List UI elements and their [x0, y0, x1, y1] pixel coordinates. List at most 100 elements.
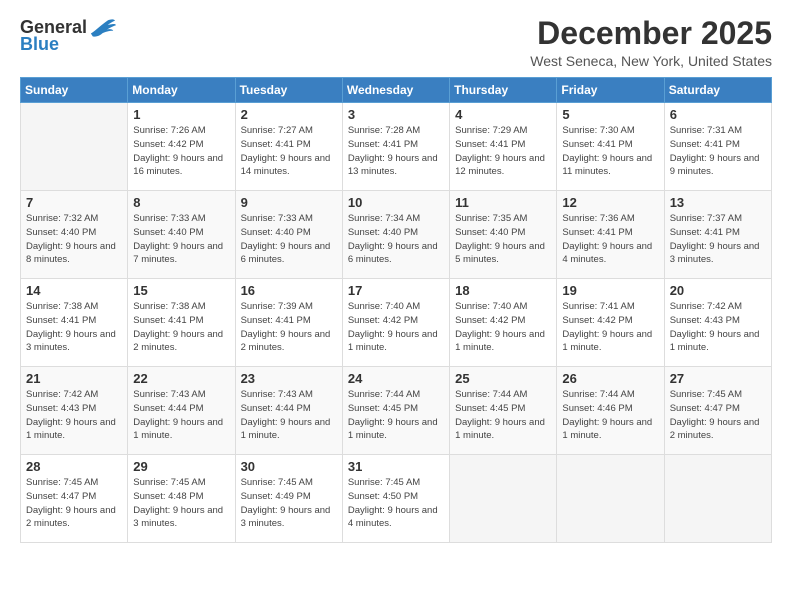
calendar-cell: 1Sunrise: 7:26 AMSunset: 4:42 PMDaylight… [128, 103, 235, 191]
day-info: Sunrise: 7:30 AMSunset: 4:41 PMDaylight:… [562, 124, 658, 179]
calendar-cell: 2 Sunrise: 7:27 AMSunset: 4:41 PMDaylight… [235, 103, 342, 191]
calendar-cell: 19 Sunrise: 7:41 AMSunset: 4:42 PMDayligh… [557, 279, 664, 367]
logo-blue: Blue [20, 34, 59, 55]
calendar-cell: 29 Sunrise: 7:45 AMSunset: 4:48 PMDayligh… [128, 455, 235, 543]
calendar-week-2: 7Sunrise: 7:32 AMSunset: 4:40 PMDaylight… [21, 191, 772, 279]
day-info: Sunrise: 7:28 AMSunset: 4:41 PMDaylight:… [348, 124, 444, 179]
calendar-cell [21, 103, 128, 191]
calendar-cell: 15Sunrise: 7:38 AMSunset: 4:41 PMDayligh… [128, 279, 235, 367]
calendar-cell: 12 Sunrise: 7:36 AMSunset: 4:41 PMDayligh… [557, 191, 664, 279]
calendar-cell: 20Sunrise: 7:42 AMSunset: 4:43 PMDayligh… [664, 279, 771, 367]
day-number: 28 [26, 459, 122, 474]
calendar-cell [664, 455, 771, 543]
day-number: 11 [455, 195, 551, 210]
calendar-cell: 31 Sunrise: 7:45 AMSunset: 4:50 PMDayligh… [342, 455, 449, 543]
day-info: Sunrise: 7:38 AMSunset: 4:41 PMDaylight:… [133, 300, 229, 355]
day-info: Sunrise: 7:36 AMSunset: 4:41 PMDaylight:… [562, 212, 658, 267]
calendar-cell [557, 455, 664, 543]
calendar-cell: 30 Sunrise: 7:45 AMSunset: 4:49 PMDayligh… [235, 455, 342, 543]
day-number: 3 [348, 107, 444, 122]
day-number: 8 [133, 195, 229, 210]
day-info: Sunrise: 7:34 AMSunset: 4:40 PMDaylight:… [348, 212, 444, 267]
calendar: SundayMondayTuesdayWednesdayThursdayFrid… [20, 77, 772, 543]
day-info: Sunrise: 7:40 AMSunset: 4:42 PMDaylight:… [348, 300, 444, 355]
day-info: Sunrise: 7:31 AMSunset: 4:41 PMDaylight:… [670, 124, 766, 179]
day-info: Sunrise: 7:43 AMSunset: 4:44 PMDaylight:… [133, 388, 229, 443]
day-number: 12 [562, 195, 658, 210]
day-number: 13 [670, 195, 766, 210]
header: General Blue December 2025 West Seneca, … [20, 16, 772, 69]
calendar-cell: 27Sunrise: 7:45 AMSunset: 4:47 PMDayligh… [664, 367, 771, 455]
calendar-cell: 10Sunrise: 7:34 AMSunset: 4:40 PMDayligh… [342, 191, 449, 279]
day-info: Sunrise: 7:45 AMSunset: 4:49 PMDaylight:… [241, 476, 337, 531]
day-info: Sunrise: 7:35 AMSunset: 4:40 PMDaylight:… [455, 212, 551, 267]
calendar-week-4: 21 Sunrise: 7:42 AMSunset: 4:43 PMDayligh… [21, 367, 772, 455]
day-number: 6 [670, 107, 766, 122]
calendar-cell: 23 Sunrise: 7:43 AMSunset: 4:44 PMDayligh… [235, 367, 342, 455]
day-number: 26 [562, 371, 658, 386]
calendar-cell: 13 Sunrise: 7:37 AMSunset: 4:41 PMDayligh… [664, 191, 771, 279]
day-info: Sunrise: 7:27 AMSunset: 4:41 PMDaylight:… [241, 124, 337, 179]
calendar-cell: 3 Sunrise: 7:28 AMSunset: 4:41 PMDaylight… [342, 103, 449, 191]
calendar-cell: 5Sunrise: 7:30 AMSunset: 4:41 PMDaylight… [557, 103, 664, 191]
day-info: Sunrise: 7:45 AMSunset: 4:50 PMDaylight:… [348, 476, 444, 531]
day-number: 21 [26, 371, 122, 386]
day-number: 23 [241, 371, 337, 386]
day-number: 25 [455, 371, 551, 386]
calendar-cell: 26Sunrise: 7:44 AMSunset: 4:46 PMDayligh… [557, 367, 664, 455]
day-info: Sunrise: 7:45 AMSunset: 4:47 PMDaylight:… [26, 476, 122, 531]
calendar-cell: 9Sunrise: 7:33 AMSunset: 4:40 PMDaylight… [235, 191, 342, 279]
calendar-cell: 4 Sunrise: 7:29 AMSunset: 4:41 PMDaylight… [450, 103, 557, 191]
day-info: Sunrise: 7:29 AMSunset: 4:41 PMDaylight:… [455, 124, 551, 179]
calendar-cell: 18Sunrise: 7:40 AMSunset: 4:42 PMDayligh… [450, 279, 557, 367]
day-info: Sunrise: 7:44 AMSunset: 4:45 PMDaylight:… [348, 388, 444, 443]
calendar-week-1: 1Sunrise: 7:26 AMSunset: 4:42 PMDaylight… [21, 103, 772, 191]
calendar-cell: 6 Sunrise: 7:31 AMSunset: 4:41 PMDaylight… [664, 103, 771, 191]
day-info: Sunrise: 7:38 AMSunset: 4:41 PMDaylight:… [26, 300, 122, 355]
calendar-cell: 24 Sunrise: 7:44 AMSunset: 4:45 PMDayligh… [342, 367, 449, 455]
day-number: 30 [241, 459, 337, 474]
day-info: Sunrise: 7:44 AMSunset: 4:45 PMDaylight:… [455, 388, 551, 443]
day-info: Sunrise: 7:33 AMSunset: 4:40 PMDaylight:… [241, 212, 337, 267]
calendar-header-sunday: Sunday [21, 78, 128, 103]
calendar-header-row: SundayMondayTuesdayWednesdayThursdayFrid… [21, 78, 772, 103]
day-number: 22 [133, 371, 229, 386]
subtitle: West Seneca, New York, United States [530, 53, 772, 69]
page: General Blue December 2025 West Seneca, … [0, 0, 792, 612]
day-info: Sunrise: 7:32 AMSunset: 4:40 PMDaylight:… [26, 212, 122, 267]
calendar-header-thursday: Thursday [450, 78, 557, 103]
calendar-week-5: 28 Sunrise: 7:45 AMSunset: 4:47 PMDayligh… [21, 455, 772, 543]
day-info: Sunrise: 7:26 AMSunset: 4:42 PMDaylight:… [133, 124, 229, 179]
day-info: Sunrise: 7:43 AMSunset: 4:44 PMDaylight:… [241, 388, 337, 443]
calendar-header-wednesday: Wednesday [342, 78, 449, 103]
calendar-cell: 25 Sunrise: 7:44 AMSunset: 4:45 PMDayligh… [450, 367, 557, 455]
calendar-cell: 14 Sunrise: 7:38 AMSunset: 4:41 PMDayligh… [21, 279, 128, 367]
day-info: Sunrise: 7:37 AMSunset: 4:41 PMDaylight:… [670, 212, 766, 267]
calendar-cell: 16Sunrise: 7:39 AMSunset: 4:41 PMDayligh… [235, 279, 342, 367]
main-title: December 2025 [530, 16, 772, 51]
calendar-cell: 7Sunrise: 7:32 AMSunset: 4:40 PMDaylight… [21, 191, 128, 279]
title-block: December 2025 West Seneca, New York, Uni… [530, 16, 772, 69]
day-number: 4 [455, 107, 551, 122]
day-number: 20 [670, 283, 766, 298]
calendar-cell [450, 455, 557, 543]
day-number: 29 [133, 459, 229, 474]
calendar-cell: 11 Sunrise: 7:35 AMSunset: 4:40 PMDayligh… [450, 191, 557, 279]
day-info: Sunrise: 7:45 AMSunset: 4:48 PMDaylight:… [133, 476, 229, 531]
calendar-header-friday: Friday [557, 78, 664, 103]
day-number: 31 [348, 459, 444, 474]
calendar-cell: 17 Sunrise: 7:40 AMSunset: 4:42 PMDayligh… [342, 279, 449, 367]
day-number: 2 [241, 107, 337, 122]
day-number: 14 [26, 283, 122, 298]
day-info: Sunrise: 7:41 AMSunset: 4:42 PMDaylight:… [562, 300, 658, 355]
day-number: 17 [348, 283, 444, 298]
day-info: Sunrise: 7:42 AMSunset: 4:43 PMDaylight:… [26, 388, 122, 443]
calendar-cell: 8Sunrise: 7:33 AMSunset: 4:40 PMDaylight… [128, 191, 235, 279]
calendar-week-3: 14 Sunrise: 7:38 AMSunset: 4:41 PMDayligh… [21, 279, 772, 367]
day-number: 19 [562, 283, 658, 298]
calendar-cell: 28 Sunrise: 7:45 AMSunset: 4:47 PMDayligh… [21, 455, 128, 543]
calendar-cell: 22 Sunrise: 7:43 AMSunset: 4:44 PMDayligh… [128, 367, 235, 455]
logo-bird-icon [89, 16, 117, 38]
calendar-header-monday: Monday [128, 78, 235, 103]
day-number: 24 [348, 371, 444, 386]
